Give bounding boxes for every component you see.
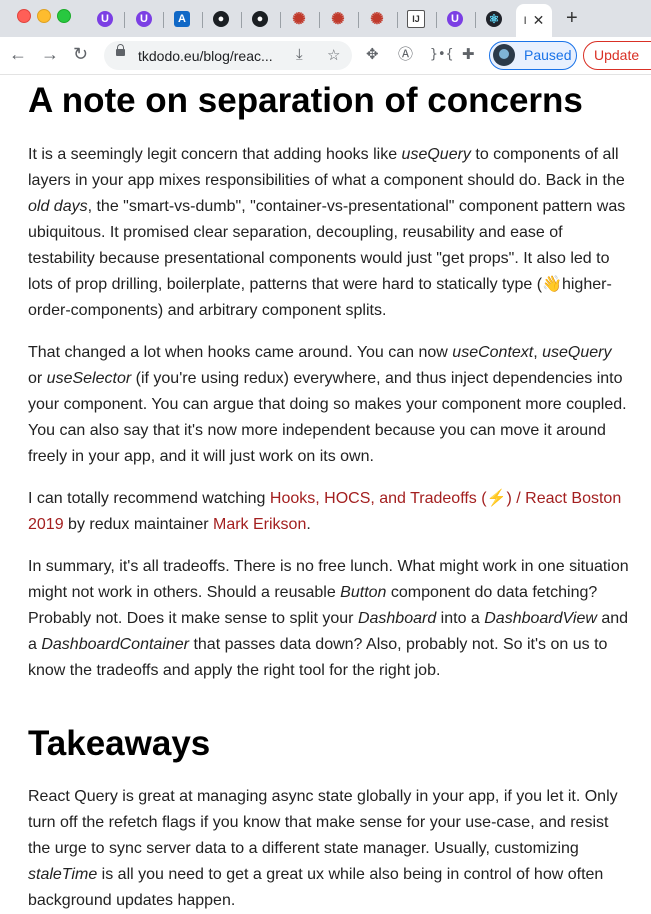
- u-icon: U: [97, 11, 113, 27]
- profile-button[interactable]: Paused: [489, 41, 577, 70]
- azure-icon: A: [174, 11, 190, 27]
- tab-5[interactable]: ●: [241, 5, 279, 33]
- forward-icon[interactable]: →: [41, 44, 59, 64]
- tab-strip: U U A ● ● ✺ ✺ ✺ IJ U ⚛ I ✕ +: [0, 0, 651, 37]
- reload-icon[interactable]: ↻: [73, 44, 88, 64]
- install-icon[interactable]: ⤓: [296, 46, 303, 63]
- close-icon[interactable]: ✕: [533, 12, 545, 29]
- paragraph-3: I can totally recommend watching Hooks, …: [28, 490, 622, 533]
- tab-2[interactable]: U: [125, 5, 163, 33]
- json-extension-icon[interactable]: }•{: [430, 46, 453, 64]
- react-query-icon: ✺: [331, 11, 345, 28]
- tab-6[interactable]: ✺: [280, 5, 318, 33]
- tab-1[interactable]: U: [86, 5, 124, 33]
- maximize-window-button[interactable]: [57, 9, 71, 23]
- new-tab-button[interactable]: +: [566, 8, 578, 28]
- paragraph-1: It is a seemingly legit concern that add…: [28, 146, 626, 319]
- paragraph-5: React Query is great at managing async s…: [28, 788, 618, 909]
- tab-10[interactable]: U: [436, 5, 474, 33]
- tab-8[interactable]: ✺: [358, 5, 396, 33]
- github-icon: ●: [213, 11, 229, 27]
- update-label: Update: [594, 47, 640, 63]
- move-extension-icon[interactable]: ✥: [366, 46, 379, 64]
- paragraph-4: In summary, it's all tradeoffs. There is…: [28, 558, 629, 679]
- browser-toolbar: ← → ↻ tkdodo.eu/blog/reac... ⤓ ☆ ✥ Ⓐ }•{…: [0, 37, 651, 75]
- react-icon: ⚛: [486, 11, 502, 27]
- tab-4[interactable]: ●: [202, 5, 240, 33]
- tab-11[interactable]: ⚛: [475, 5, 513, 33]
- tab-active[interactable]: I ✕: [516, 4, 552, 37]
- react-query-icon: ✺: [292, 11, 306, 28]
- tab-9[interactable]: IJ: [397, 5, 435, 33]
- react-query-icon: ✺: [370, 11, 384, 28]
- github-icon: ●: [252, 11, 268, 27]
- a-extension-icon[interactable]: Ⓐ: [398, 46, 413, 64]
- heading-takeaways: Takeaways: [28, 724, 211, 763]
- tab-7[interactable]: ✺: [319, 5, 357, 33]
- minimize-window-button[interactable]: [37, 9, 51, 23]
- waving-hand-icon: 👋: [542, 276, 562, 293]
- author-link[interactable]: Mark Erikson: [213, 516, 306, 533]
- back-icon[interactable]: ←: [9, 44, 27, 64]
- heading-separation-of-concerns: A note on separation of concerns: [28, 81, 583, 120]
- u-icon: U: [447, 11, 463, 27]
- tab-title: I: [523, 14, 527, 27]
- url-text[interactable]: tkdodo.eu/blog/reac...: [138, 48, 273, 64]
- avatar: [493, 44, 515, 66]
- tab-3[interactable]: A: [163, 5, 201, 33]
- lock-icon[interactable]: [116, 44, 125, 56]
- profile-status-label: Paused: [524, 47, 572, 63]
- address-bar[interactable]: tkdodo.eu/blog/reac... ⤓ ☆: [104, 41, 352, 70]
- bookmark-star-icon[interactable]: ☆: [327, 46, 340, 64]
- editor-icon: IJ: [407, 10, 425, 28]
- close-window-button[interactable]: [17, 9, 31, 23]
- puzzle-extensions-icon[interactable]: ✚: [462, 46, 475, 64]
- update-button[interactable]: Update: [583, 41, 651, 70]
- paragraph-2: That changed a lot when hooks came aroun…: [28, 344, 627, 465]
- article-content: A note on separation of concerns It is a…: [28, 74, 630, 914]
- u-icon: U: [136, 11, 152, 27]
